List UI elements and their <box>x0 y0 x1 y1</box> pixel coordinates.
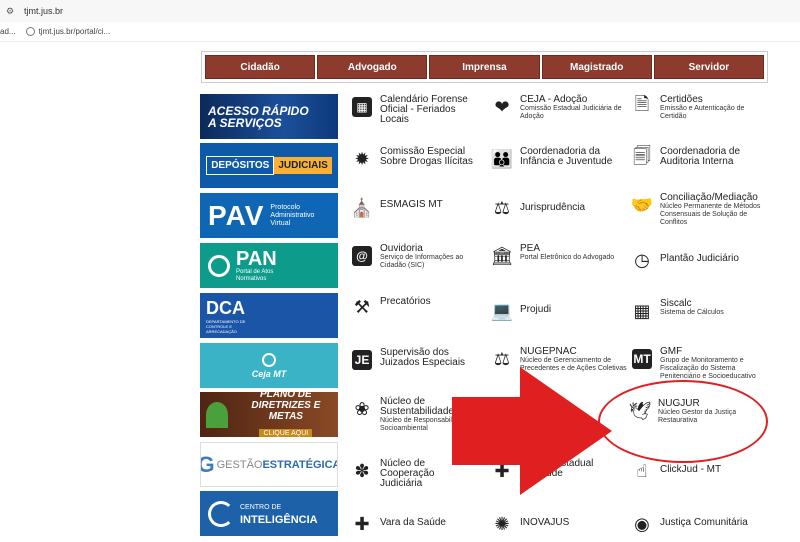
bookmark-left[interactable]: ad... <box>0 27 16 36</box>
family-heart-icon: ❤ <box>494 96 510 117</box>
link-comissao-drogas[interactable]: ✹ Comissão Especial Sobre Drogas Ilícita… <box>350 147 486 171</box>
clock-icon: ◷ <box>634 249 650 270</box>
calculator-icon: ▦ <box>633 300 651 321</box>
g-logo-icon: G <box>201 452 215 478</box>
inovajus-logo-icon: ✺ <box>494 513 510 534</box>
handshake-icon: 🤝 <box>630 194 654 215</box>
banner-pav[interactable]: PAV Protocolo Administrativo Virtual <box>200 193 338 238</box>
link-ouvidoria[interactable]: @ Ouvidoria Serviço de Informações ao Ci… <box>350 244 486 270</box>
link-plantao[interactable]: ◷ Plantão Judiciário <box>630 248 770 272</box>
link-conciliacao[interactable]: 🤝 Conciliação/Mediação Núcleo Permanente… <box>630 193 770 227</box>
globe-icon <box>25 27 35 36</box>
link-gmf[interactable]: MT GMF Grupo de Monitoramento e Fiscaliz… <box>630 347 770 381</box>
link-esmagis[interactable]: ⛪ ESMAGIS MT <box>350 196 486 220</box>
link-precatorios[interactable]: ⚒ Precatórios <box>350 295 486 319</box>
community-seal-icon: ◉ <box>634 513 650 534</box>
touch-hand-icon: ☝ <box>636 460 648 481</box>
ring-icon <box>208 500 234 527</box>
banner-gestao-estrategica[interactable]: G GESTÃO ESTRATÉGICA <box>200 442 338 487</box>
leaf-seal-icon: ❀ <box>354 398 370 419</box>
red-arrow-annotation <box>452 367 612 495</box>
link-calendario[interactable]: ▦ Calendário Forense Oficial - Feriados … <box>350 95 486 125</box>
banner-plano-diretrizes[interactable]: PLANO DE DIRETRIZES E METAS CLIQUE AQUI <box>200 392 338 437</box>
address-bar[interactable]: ⚙ tjmt.jus.br <box>0 0 800 22</box>
banner-centro-inteligencia[interactable]: CENTRO DE INTELIGÊNCIA <box>200 491 338 536</box>
gear-badge-icon: ✹ <box>354 148 370 169</box>
nav-advogado[interactable]: Advogado <box>317 55 428 79</box>
gavel-icon: ⚖ <box>493 197 511 218</box>
banner-dca[interactable]: DCA DEPARTAMENTO DE CONTROLE E ARRECADAÇ… <box>200 293 338 338</box>
document-search-icon: 🗐 <box>633 146 651 166</box>
document-icon: 🗎 <box>634 94 650 114</box>
bookmark-item[interactable]: tjmt.jus.br/portal/ci... <box>25 27 110 36</box>
nav-servidor[interactable]: Servidor <box>653 55 765 79</box>
link-coord-auditoria[interactable]: 🗐 Coordenadoria de Auditoria Interna <box>630 146 770 171</box>
link-pea[interactable]: 🏛 PEA Portal Eletrônico do Advogado <box>490 244 626 268</box>
link-coord-infancia[interactable]: 👪 Coordenadoria da Infância e Juventude <box>490 147 626 171</box>
hands-icon: ✽ <box>354 460 370 481</box>
nav-cidadao[interactable]: Cidadão <box>205 55 316 79</box>
banner-ceja[interactable]: Ceja MT <box>200 343 338 388</box>
link-clickjud[interactable]: ☝ ClickJud - MT <box>630 459 770 483</box>
calendar-icon: ▦ <box>350 95 374 119</box>
link-certidoes[interactable]: 🗎 Certidões Emissão e Autenticação de Ce… <box>630 94 770 121</box>
banner-acesso-rapido[interactable]: ACESSO RÁPIDO A SERVIÇOS <box>200 94 338 139</box>
link-ceja-adocao[interactable]: ❤ CEJA - Adoção Comissão Estadual Judici… <box>490 95 626 121</box>
parent-child-icon: 👪 <box>490 148 514 169</box>
ceja-logo-icon <box>262 352 276 367</box>
gavel-icon: ⚒ <box>353 296 371 317</box>
juizados-logo-icon: JE <box>350 348 374 372</box>
nav-imprensa[interactable]: Imprensa <box>429 55 540 79</box>
link-vara-saude[interactable]: ✚ Vara da Saúde <box>350 512 486 536</box>
medical-cross-icon: ✚ <box>354 513 370 534</box>
mt-map-icon: MT <box>630 347 654 371</box>
site-settings-icon[interactable]: ⚙ <box>6 6 18 17</box>
banner-pan[interactable]: PAN Portal de Atos Normativos <box>200 243 338 288</box>
address-text: tjmt.jus.br <box>24 6 64 16</box>
at-sign-icon: @ <box>350 244 374 268</box>
nav-magistrado[interactable]: Magistrado <box>541 55 652 79</box>
red-circle-annotation <box>598 380 768 463</box>
building-icon: 🏛 <box>490 245 514 266</box>
sprout-icon <box>206 401 228 428</box>
bookmarks-bar: ad... tjmt.jus.br/portal/ci... <box>0 22 800 42</box>
link-siscalc[interactable]: ▦ Siscalc Sistema de Cálculos <box>630 299 770 323</box>
link-inovajus[interactable]: ✺ INOVAJUS <box>490 512 626 536</box>
main-nav: Cidadão Advogado Imprensa Magistrado Ser… <box>201 51 768 83</box>
esmagis-logo-icon: ⛪ <box>350 197 374 218</box>
laptop-check-icon: 💻 <box>490 300 514 321</box>
link-justica-comunitaria[interactable]: ◉ Justiça Comunitária <box>630 512 770 536</box>
link-projudi[interactable]: 💻 Projudi <box>490 299 626 323</box>
magnifier-icon <box>208 254 230 277</box>
banner-depositos-judiciais[interactable]: DEPÓSITOS JUDICIAIS <box>200 143 338 188</box>
link-jurisprudencia[interactable]: ⚖ Jurisprudência <box>490 196 626 220</box>
